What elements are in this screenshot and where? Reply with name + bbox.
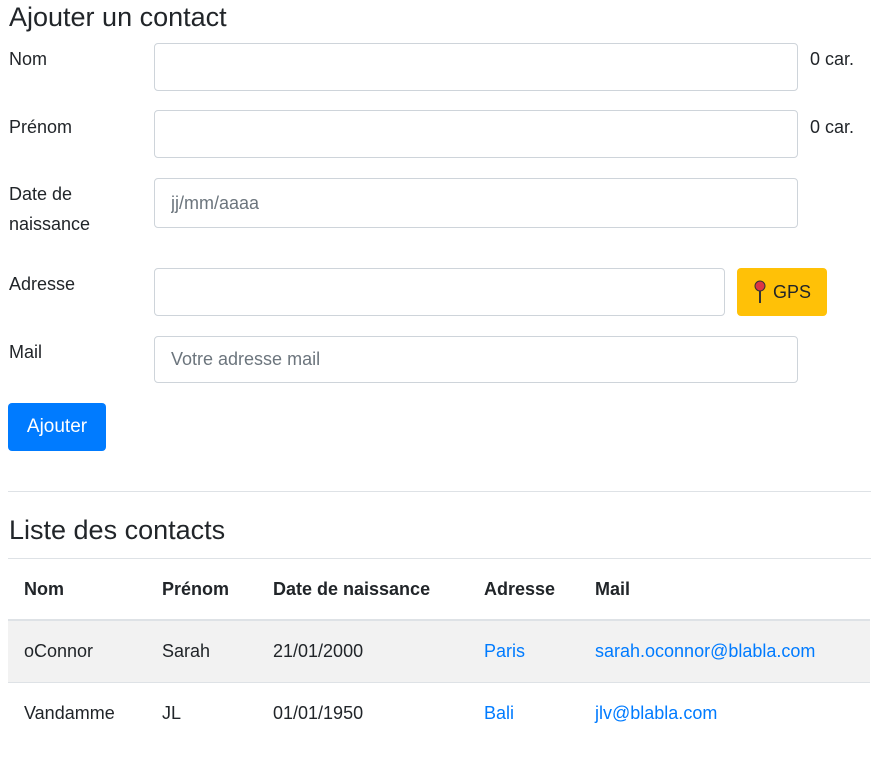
adresse-input[interactable]	[154, 268, 725, 316]
birthdate-input[interactable]	[154, 178, 798, 228]
adresse-label: Adresse	[9, 274, 76, 294]
cell-mail: jlv@blabla.com	[579, 682, 870, 744]
table-row: oConnor Sarah 21/01/2000 Paris sarah.oco…	[8, 619, 870, 683]
section-divider	[8, 491, 871, 492]
prenom-char-counter: 0 car.	[810, 117, 855, 137]
adresse-link[interactable]: Paris	[484, 641, 525, 661]
cell-adresse: Paris	[468, 619, 579, 683]
cell-nom: Vandamme	[8, 682, 146, 744]
column-header-date: Date de naissance	[257, 559, 468, 621]
mail-input[interactable]	[154, 336, 798, 383]
nom-input[interactable]	[154, 43, 798, 91]
date-label-line2: naissance	[9, 214, 91, 234]
cell-adresse: Bali	[468, 682, 579, 744]
cell-prenom: Sarah	[146, 619, 257, 683]
prenom-label: Prénom	[9, 117, 73, 137]
column-header-mail: Mail	[579, 559, 870, 621]
nom-char-counter: 0 car.	[810, 49, 855, 69]
date-label-line1: Date de	[9, 184, 73, 204]
cell-date: 01/01/1950	[257, 682, 468, 744]
column-header-prenom: Prénom	[146, 559, 257, 621]
cell-mail: sarah.oconnor@blabla.com	[579, 619, 870, 683]
table-header-row: Nom Prénom Date de naissance Adresse Mai…	[8, 559, 870, 621]
mail-link[interactable]: sarah.oconnor@blabla.com	[595, 641, 815, 661]
column-header-nom: Nom	[8, 559, 146, 621]
table-row: Vandamme JL 01/01/1950 Bali jlv@blabla.c…	[8, 682, 870, 744]
mail-link[interactable]: jlv@blabla.com	[595, 703, 717, 723]
column-header-adresse: Adresse	[468, 559, 579, 621]
form-title: Ajouter un contact	[9, 2, 227, 32]
cell-prenom: JL	[146, 682, 257, 744]
list-title: Liste des contacts	[9, 515, 226, 545]
mail-label: Mail	[9, 342, 43, 362]
gps-button[interactable]: GPS	[737, 268, 827, 316]
gps-button-label: GPS	[772, 281, 811, 302]
prenom-input[interactable]	[154, 110, 798, 158]
adresse-link[interactable]: Bali	[484, 703, 514, 723]
cell-date: 21/01/2000	[257, 619, 468, 683]
contacts-table: Nom Prénom Date de naissance Adresse Mai…	[8, 559, 870, 744]
cell-nom: oConnor	[8, 619, 146, 683]
add-contact-button[interactable]: Ajouter	[8, 403, 106, 451]
nom-label: Nom	[9, 49, 48, 69]
date-label: Date de naissance	[9, 179, 90, 239]
pushpin-icon	[754, 280, 766, 303]
